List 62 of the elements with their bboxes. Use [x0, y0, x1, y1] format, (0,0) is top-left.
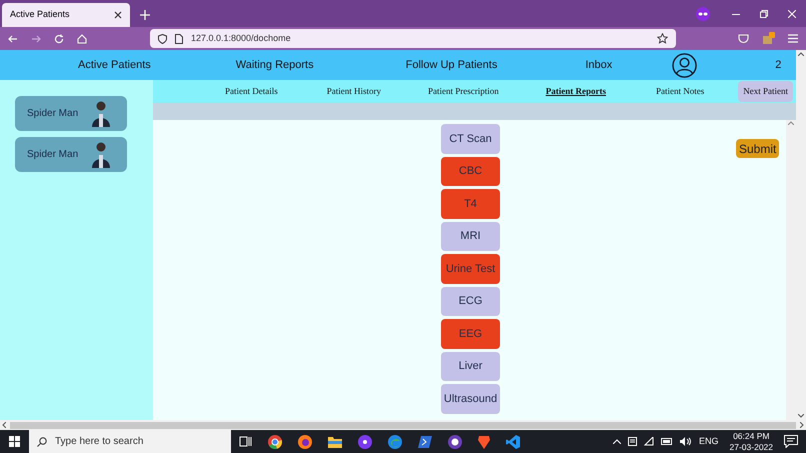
- tab[interactable]: Patient Notes: [656, 84, 704, 98]
- url-text: 127.0.0.1:8000/dochome: [191, 32, 292, 45]
- back-icon[interactable]: [8, 34, 18, 44]
- nav-link[interactable]: Inbox: [585, 56, 612, 74]
- clock-date[interactable]: 27-03-2022: [730, 442, 773, 452]
- speaker-icon[interactable]: [680, 437, 692, 446]
- search-field[interactable]: Type here to search: [29, 430, 231, 453]
- tab[interactable]: Patient Reports: [546, 84, 606, 98]
- search-icon: [37, 436, 47, 446]
- address-bar[interactable]: 127.0.0.1:8000/dochome: [150, 29, 676, 48]
- shield-icon: [158, 34, 167, 44]
- nav-link[interactable]: Follow Up Patients: [406, 56, 498, 74]
- page-icon: [175, 34, 183, 44]
- tab[interactable]: Patient Details: [225, 84, 278, 98]
- terminal-icon[interactable]: [418, 434, 432, 448]
- search-placeholder: Type here to search: [55, 435, 144, 449]
- tab-title: Active Patients: [10, 8, 70, 22]
- clock-time[interactable]: 06:24 PM: [733, 430, 770, 442]
- browser-tab[interactable]: Active Patients: [2, 3, 130, 27]
- language-text[interactable]: ENG: [699, 434, 719, 448]
- patient-name: Spider Man: [27, 148, 78, 162]
- mask-icon[interactable]: [696, 7, 710, 21]
- restore-icon[interactable]: [760, 10, 768, 18]
- patient-card[interactable]: Spider Man: [15, 137, 127, 172]
- home-icon[interactable]: [77, 34, 87, 44]
- report-button[interactable]: MRI: [441, 222, 500, 251]
- scroll-thumb[interactable]: [10, 422, 796, 428]
- notification-icon[interactable]: [784, 435, 798, 448]
- avatar-icon: [91, 141, 111, 168]
- folder-icon[interactable]: [328, 436, 342, 448]
- scroll-up-icon[interactable]: [798, 52, 804, 56]
- tab[interactable]: Patient History: [326, 84, 381, 98]
- scroll-right-icon[interactable]: [800, 422, 804, 428]
- scroll-up-icon[interactable]: [788, 121, 794, 125]
- submit-button[interactable]: Submit: [736, 139, 780, 158]
- scroll-left-icon[interactable]: [2, 422, 6, 428]
- next-patient-button[interactable]: Next Patient: [738, 81, 793, 102]
- task-view-icon[interactable]: [239, 436, 252, 447]
- report-button[interactable]: Liver: [441, 352, 500, 381]
- plus-icon[interactable]: [140, 10, 150, 20]
- count-text: 2: [775, 58, 782, 73]
- patient-name: Spider Man: [27, 107, 78, 121]
- star-icon[interactable]: [657, 33, 668, 44]
- report-button[interactable]: ECG: [441, 286, 500, 316]
- nav-link[interactable]: Active Patients: [78, 56, 151, 74]
- wifi-icon[interactable]: [644, 437, 654, 446]
- report-button[interactable]: Ultrasound: [441, 384, 500, 414]
- reload-icon[interactable]: [54, 34, 64, 44]
- nav-link[interactable]: Waiting Reports: [236, 56, 314, 74]
- battery-icon[interactable]: [661, 438, 673, 445]
- tab[interactable]: Patient Prescription: [428, 84, 499, 98]
- caret-up-icon[interactable]: [613, 439, 621, 444]
- close-icon[interactable]: [114, 11, 122, 19]
- scroll-down-icon[interactable]: [798, 414, 804, 418]
- display-icon[interactable]: [628, 437, 637, 446]
- avatar-icon: [91, 100, 111, 127]
- user-icon[interactable]: [672, 52, 698, 78]
- windows-icon[interactable]: [9, 436, 20, 447]
- pocket-icon[interactable]: [738, 34, 749, 44]
- patient-card[interactable]: Spider Man: [15, 96, 127, 131]
- menu-icon[interactable]: [788, 34, 798, 43]
- report-button[interactable]: CT Scan: [441, 124, 500, 154]
